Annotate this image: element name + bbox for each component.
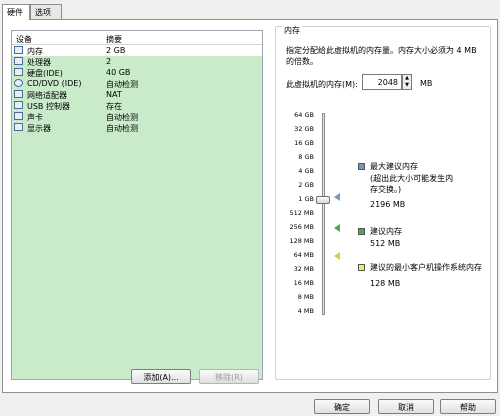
device-summary: 自动检测 [106,124,138,133]
scale-label: 8 MB [297,293,314,301]
max-recommended-marker-icon [334,193,340,201]
memory-slider-track[interactable] [322,113,325,315]
memory-icon [14,46,23,54]
device-list-header: 设备 摘要 [12,31,262,45]
recommended-swatch-icon [358,228,365,235]
scale-label: 256 MB [289,223,314,231]
cancel-button[interactable]: 取消 [378,399,434,414]
device-row-hard-disk[interactable]: 硬盘(IDE) 40 GB [12,67,262,78]
device-row-cd-dvd[interactable]: CD/DVD (IDE) 自动检测 [12,78,262,89]
min-recommended-label: 建议的最小客户机操作系统内存 [370,263,482,272]
device-summary: NAT [106,90,122,99]
device-summary: 2 [106,57,112,66]
recommended-value: 512 MB [370,239,401,248]
scale-label: 32 GB [294,125,314,133]
memory-field-label: 此虚拟机的内存(M): [286,80,358,89]
device-name: 显示器 [27,124,51,133]
processor-icon [14,57,23,65]
device-row-sound-card[interactable]: 声卡 自动检测 [12,111,262,122]
chevron-up-icon[interactable]: ▲ [403,75,411,82]
scale-label: 8 GB [298,153,314,161]
max-recommended-note: (超出此大小可能发生内存交换。) [370,174,454,194]
device-row-usb-controller[interactable]: USB 控制器 存在 [12,100,262,111]
min-recommended-swatch-icon [358,264,365,271]
recommended-marker-icon [334,224,340,232]
scale-label: 16 GB [294,139,314,147]
scale-label: 128 MB [289,237,314,245]
cd-dvd-icon [14,79,23,87]
help-button[interactable]: 帮助 [440,399,496,414]
scale-label: 64 MB [293,251,314,259]
scale-label: 1 GB [298,195,314,203]
memory-size-input[interactable]: 2048 [362,74,402,90]
max-recommended-value: 2196 MB [370,200,406,209]
device-row-memory[interactable]: 内存 2 GB [12,45,262,56]
hard-disk-icon [14,68,23,76]
device-summary: 2 GB [106,46,126,55]
remove-device-button[interactable]: 移除(R) [199,369,259,384]
scale-label: 64 GB [294,111,314,119]
device-summary: 40 GB [106,68,131,77]
min-recommended-value: 128 MB [370,279,401,288]
network-adapter-icon [14,90,23,98]
scale-label: 4 MB [297,307,314,315]
memory-description: 指定分配给此虚拟机的内存量。内存大小必须为 4 MB 的倍数。 [286,46,477,66]
scale-label: 2 GB [298,181,314,189]
ok-button[interactable]: 确定 [314,399,370,414]
tab-options[interactable]: 选项 [30,4,62,19]
max-recommended-swatch-icon [358,163,365,170]
usb-icon [14,101,23,109]
memory-unit: MB [420,79,433,88]
device-list: 设备 摘要 内存 2 GB 处理器 2 硬盘(IDE) 40 GB CD/DVD… [11,30,263,380]
tab-hardware[interactable]: 硬件 [2,4,30,20]
scale-label: 32 MB [293,265,314,273]
max-recommended-label: 最大建议内存 [370,162,418,171]
column-device[interactable]: 设备 [16,34,32,45]
device-row-display[interactable]: 显示器 自动检测 [12,122,262,133]
scale-label: 512 MB [289,209,314,217]
add-device-button[interactable]: 添加(A)... [131,369,191,384]
sound-card-icon [14,112,23,120]
memory-group-title: 内存 [282,25,302,36]
display-icon [14,123,23,131]
scale-label: 4 GB [298,167,314,175]
memory-slider-thumb[interactable] [316,196,330,204]
recommended-label: 建议内存 [370,227,402,236]
memory-group: 内存 指定分配给此虚拟机的内存量。内存大小必须为 4 MB 的倍数。 此虚拟机的… [275,25,491,380]
memory-spinner[interactable]: ▲ ▼ [402,74,412,90]
device-row-network-adapter[interactable]: 网络适配器 NAT [12,89,262,100]
device-row-processor[interactable]: 处理器 2 [12,56,262,67]
min-recommended-marker-icon [334,252,340,260]
chevron-down-icon[interactable]: ▼ [403,82,411,89]
device-name: CD/DVD (IDE) [27,79,82,88]
scale-label: 16 MB [293,279,314,287]
column-summary[interactable]: 摘要 [106,34,122,45]
hardware-panel: 设备 摘要 内存 2 GB 处理器 2 硬盘(IDE) 40 GB CD/DVD… [2,19,498,393]
